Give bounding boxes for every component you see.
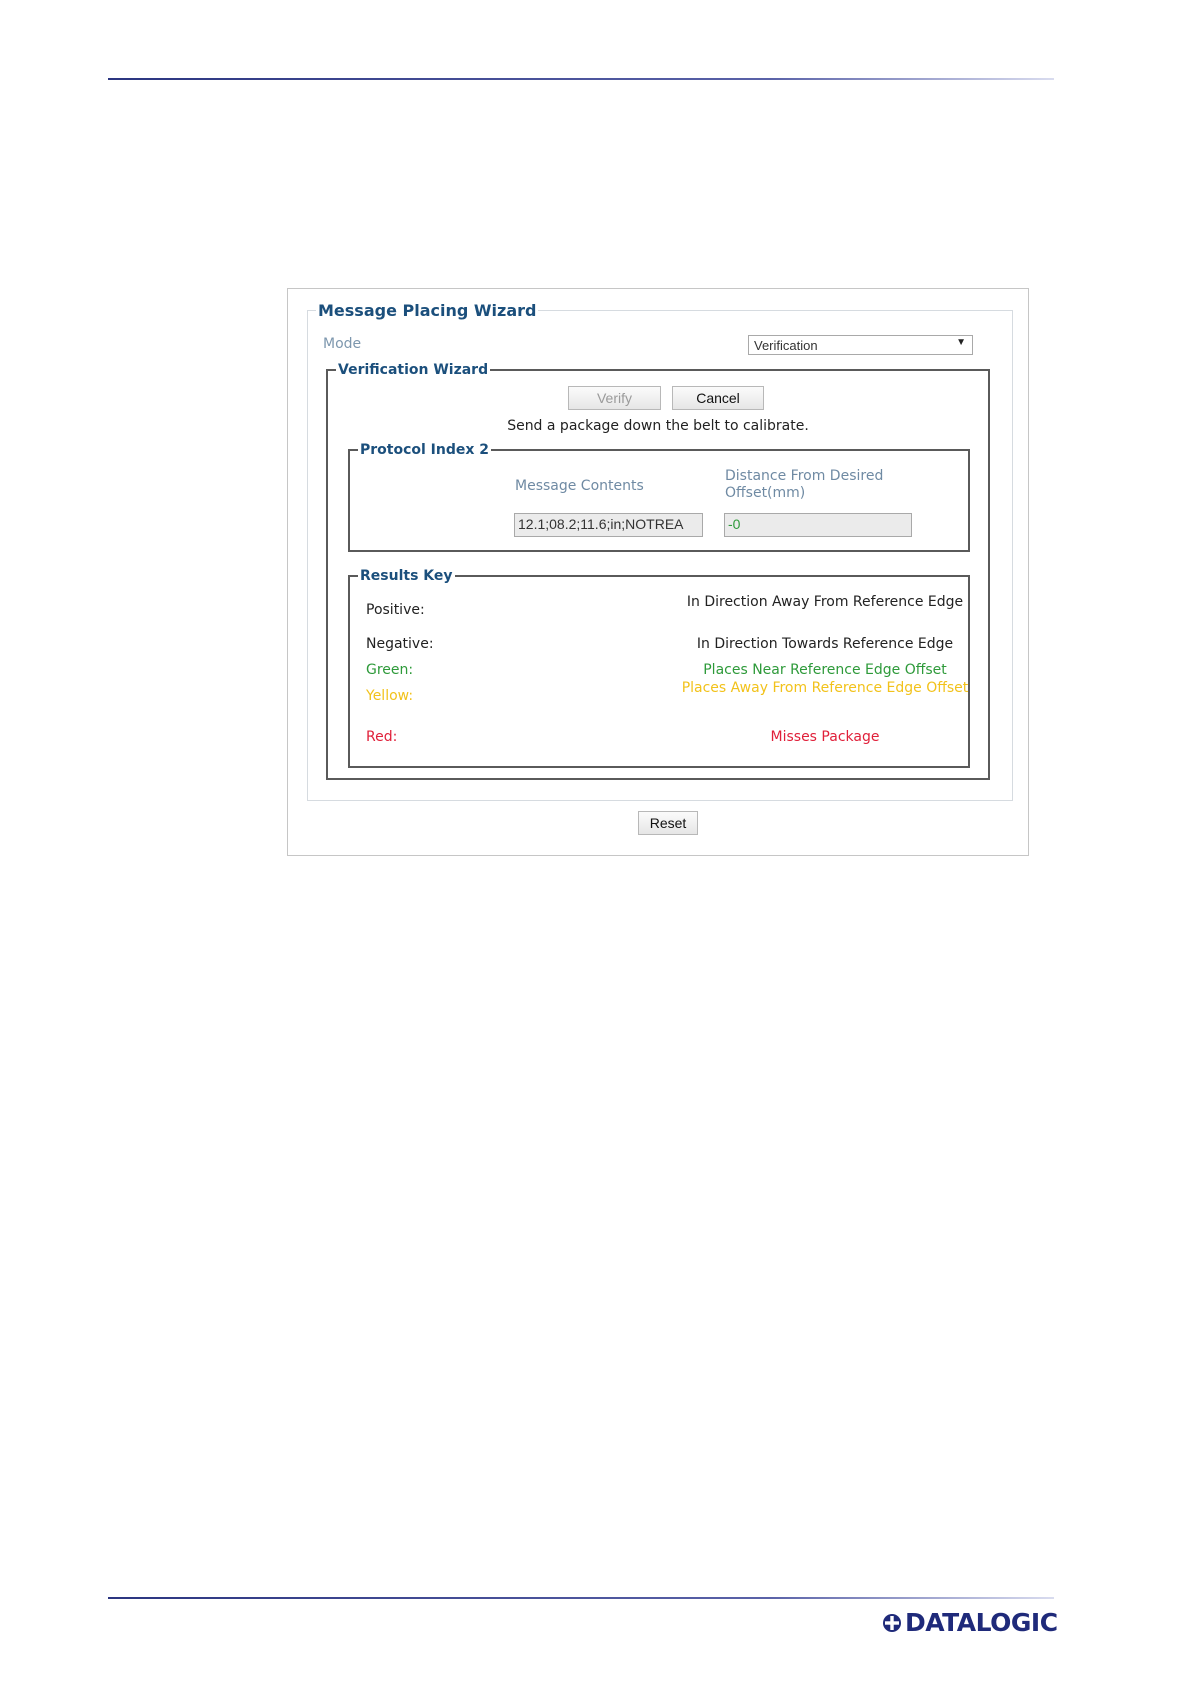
wizard-title: Message Placing Wizard bbox=[318, 301, 537, 320]
dropdown-arrow-icon: ▼ bbox=[956, 337, 966, 348]
key-desc-red: Misses Package bbox=[770, 729, 880, 745]
protocol-index-panel: Protocol Index 2 Message Contents Distan… bbox=[348, 442, 970, 552]
distance-label: Distance From Desired Offset(mm) bbox=[725, 468, 884, 501]
results-key-panel: Results Key Positive: In Direction Away … bbox=[348, 568, 970, 768]
header-rule bbox=[108, 78, 1054, 80]
key-desc-positive: In Direction Away From Reference Edge bbox=[686, 594, 964, 610]
key-label-yellow: Yellow: bbox=[366, 688, 414, 704]
key-desc-yellow: Places Away From Reference Edge Offset bbox=[681, 680, 969, 696]
verification-wizard-title: Verification Wizard bbox=[338, 362, 489, 378]
distance-field[interactable]: -0 bbox=[724, 513, 912, 537]
key-label-green: Green: bbox=[366, 662, 414, 678]
datalogic-logo-icon bbox=[883, 1613, 901, 1632]
verify-button[interactable]: Verify bbox=[568, 386, 661, 410]
mode-select-value: Verification bbox=[754, 338, 818, 353]
mode-select[interactable]: Verification ▼ bbox=[748, 335, 973, 355]
results-key-title: Results Key bbox=[360, 568, 453, 584]
datalogic-logo: DATALOGIC bbox=[882, 1608, 1058, 1637]
verification-wizard-panel: Verification Wizard Verify Cancel Send a… bbox=[326, 362, 990, 780]
reset-button[interactable]: Reset bbox=[638, 811, 698, 835]
wizard-screenshot: Message Placing Wizard Mode Verification… bbox=[287, 288, 1029, 856]
message-contents-label: Message Contents bbox=[515, 478, 644, 494]
protocol-index-title: Protocol Index 2 bbox=[360, 442, 490, 458]
key-desc-negative: In Direction Towards Reference Edge bbox=[696, 636, 954, 652]
cancel-button[interactable]: Cancel bbox=[672, 386, 764, 410]
calibration-instruction: Send a package down the belt to calibrat… bbox=[507, 418, 809, 434]
mode-label: Mode bbox=[323, 336, 362, 352]
key-label-red: Red: bbox=[366, 729, 398, 745]
logo-text: DATALOGIC bbox=[905, 1608, 1058, 1637]
key-label-positive: Positive: bbox=[366, 602, 425, 618]
message-placing-wizard-panel: Message Placing Wizard Mode Verification… bbox=[307, 301, 1013, 801]
footer-rule bbox=[108, 1597, 1054, 1599]
distance-value: -0 bbox=[728, 516, 741, 532]
key-desc-green: Places Near Reference Edge Offset bbox=[703, 662, 947, 678]
message-contents-field[interactable]: 12.1;08.2;11.6;in;NOTREA bbox=[514, 513, 703, 537]
key-label-negative: Negative: bbox=[366, 636, 434, 652]
